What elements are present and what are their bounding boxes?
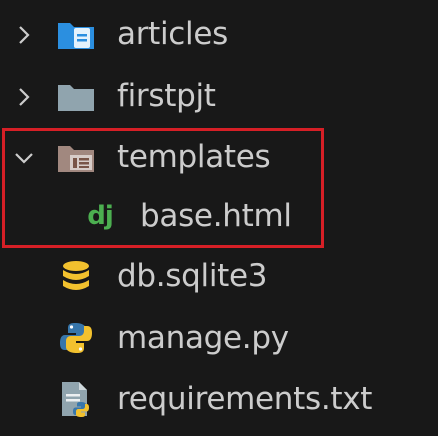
tree-item-label: db.sqlite3	[117, 258, 268, 294]
tree-item-label: manage.py	[117, 320, 289, 356]
tree-item-base-html[interactable]: dj base.html	[0, 190, 438, 244]
tree-item-articles[interactable]: articles	[0, 8, 438, 62]
tree-item-templates[interactable]: templates	[0, 131, 438, 185]
chevron-down-icon[interactable]	[13, 147, 35, 169]
tree-item-firstpjt[interactable]: firstpjt	[0, 70, 438, 124]
django-icon: dj	[87, 201, 114, 231]
folder-docs-icon	[56, 15, 96, 55]
tree-item-label: articles	[117, 16, 228, 52]
chevron-right-icon[interactable]	[13, 86, 35, 108]
tree-item-manage-py[interactable]: manage.py	[0, 312, 438, 366]
folder-open-template-icon	[56, 138, 96, 178]
tree-item-requirements-txt[interactable]: requirements.txt	[0, 373, 438, 427]
tree-item-db-sqlite3[interactable]: db.sqlite3	[0, 250, 438, 304]
chevron-right-icon[interactable]	[13, 24, 35, 46]
tree-item-label: requirements.txt	[117, 381, 373, 417]
tree-item-label: templates	[117, 139, 271, 175]
database-icon	[56, 256, 96, 296]
tree-item-label: base.html	[140, 198, 292, 234]
file-explorer-tree: articles firstpjt templates dj base.html…	[0, 0, 438, 436]
python-icon	[56, 318, 96, 358]
requirements-file-icon	[56, 379, 96, 419]
folder-icon	[56, 77, 96, 117]
tree-item-label: firstpjt	[117, 78, 216, 114]
